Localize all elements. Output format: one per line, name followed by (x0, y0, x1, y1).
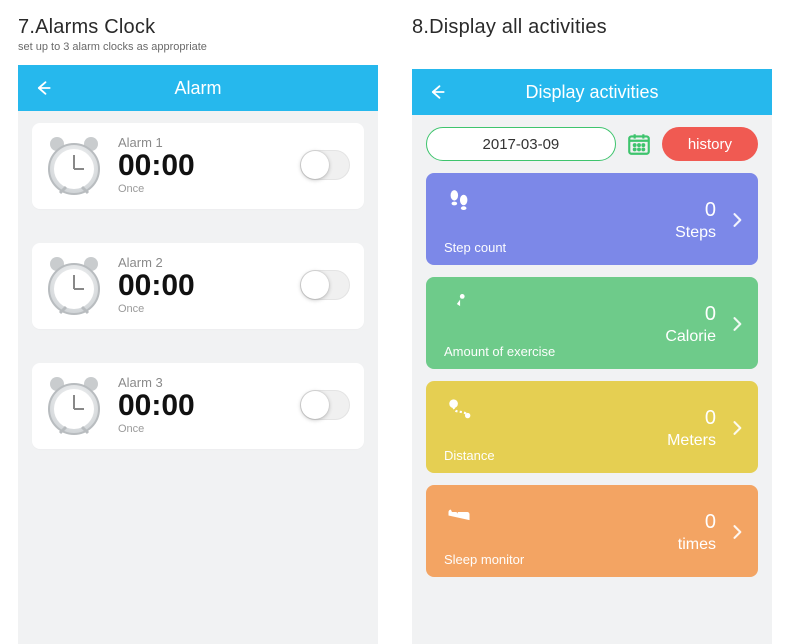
alarm-screen: Alarm Alarm 1 (18, 65, 378, 644)
activity-unit: Calorie (665, 328, 716, 346)
navbar-alarm: Alarm (18, 65, 378, 111)
alarm-name: Alarm 3 (118, 375, 288, 390)
activity-label: Distance (444, 448, 495, 463)
section-heading-activities: 8.Display all activities (412, 16, 772, 39)
chevron-right-icon (726, 209, 748, 231)
alarm-clock-icon (42, 253, 106, 317)
alarm-row[interactable]: Alarm 1 00:00 Once (32, 123, 364, 209)
alarm-toggle[interactable] (300, 270, 350, 300)
activity-label: Amount of exercise (444, 344, 555, 359)
chevron-right-icon (726, 313, 748, 335)
alarm-time: 00:00 (118, 150, 288, 182)
history-button[interactable]: history (662, 127, 758, 161)
alarm-repeat: Once (118, 183, 288, 195)
activity-label: Sleep monitor (444, 552, 524, 567)
alarm-time: 00:00 (118, 270, 288, 302)
alarm-clock-icon (42, 133, 106, 197)
alarm-row[interactable]: Alarm 3 00:00 Once (32, 363, 364, 449)
activity-card-distance[interactable]: Distance 0 Meters (426, 381, 758, 473)
back-arrow-icon[interactable] (426, 81, 448, 103)
activity-card-steps[interactable]: Step count 0 Steps (426, 173, 758, 265)
activity-card-exercise[interactable]: Amount of exercise 0 Calorie (426, 277, 758, 369)
calendar-icon[interactable] (624, 129, 654, 159)
navbar-title: Display activities (525, 82, 658, 103)
bed-icon (444, 497, 474, 527)
alarm-clock-icon (42, 373, 106, 437)
navbar-title: Alarm (174, 78, 221, 99)
map-pin-icon (444, 393, 474, 423)
alarm-toggle[interactable] (300, 150, 350, 180)
chevron-right-icon (726, 417, 748, 439)
running-icon (444, 289, 474, 319)
date-picker-button[interactable]: 2017-03-09 (426, 127, 616, 161)
activities-screen: Display activities 2017-03-09 history St… (412, 69, 772, 644)
alarm-row[interactable]: Alarm 2 00:00 Once (32, 243, 364, 329)
activity-unit: Meters (667, 432, 716, 450)
alarm-repeat: Once (118, 303, 288, 315)
activity-value: 0 (705, 303, 716, 326)
activity-unit: times (678, 536, 716, 554)
activity-card-sleep[interactable]: Sleep monitor 0 times (426, 485, 758, 577)
activity-value: 0 (705, 407, 716, 430)
activity-label: Step count (444, 240, 506, 255)
navbar-activities: Display activities (412, 69, 772, 115)
activity-unit: Steps (675, 224, 716, 242)
alarm-name: Alarm 2 (118, 255, 288, 270)
section-heading-alarms: 7.Alarms Clock (18, 16, 378, 39)
activity-value: 0 (705, 511, 716, 534)
alarm-repeat: Once (118, 423, 288, 435)
back-arrow-icon[interactable] (32, 77, 54, 99)
section-sub-alarms: set up to 3 alarm clocks as appropriate (18, 41, 378, 53)
chevron-right-icon (726, 521, 748, 543)
footprints-icon (444, 185, 474, 215)
alarm-toggle[interactable] (300, 390, 350, 420)
alarm-name: Alarm 1 (118, 135, 288, 150)
activity-value: 0 (705, 199, 716, 222)
alarm-time: 00:00 (118, 390, 288, 422)
